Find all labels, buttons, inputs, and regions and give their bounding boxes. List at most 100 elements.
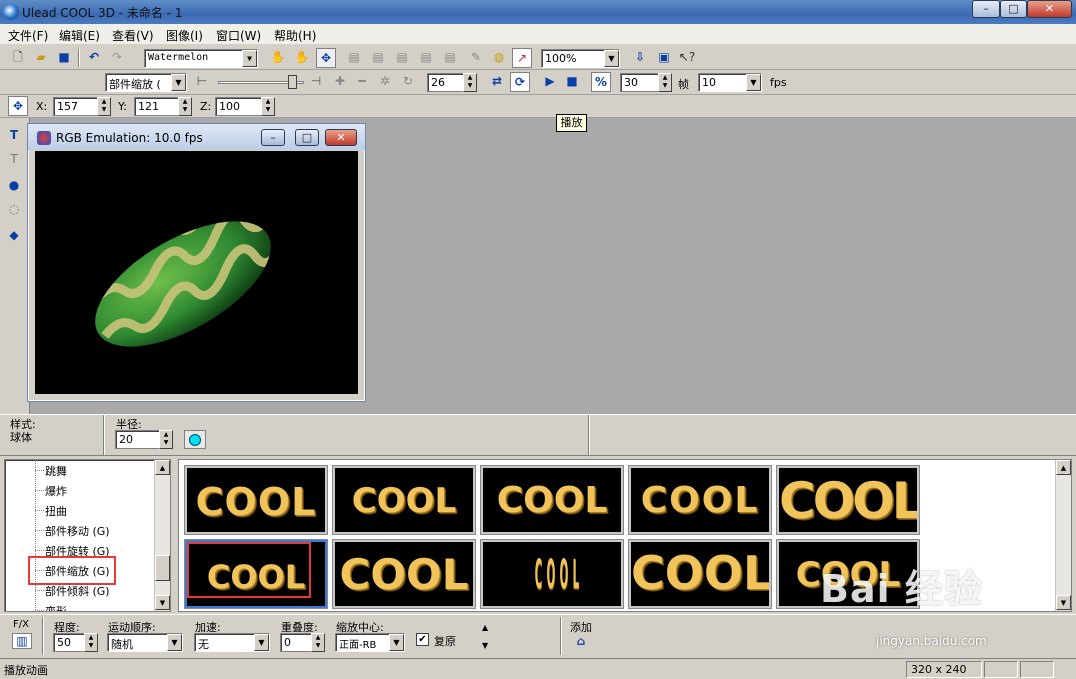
thumbnail-7[interactable]: COOL — [333, 540, 475, 608]
undo-icon[interactable]: ↶ — [84, 48, 104, 68]
chart-icon[interactable]: ↗ — [512, 48, 532, 68]
fps-select[interactable]: 10 ▼ — [698, 73, 762, 92]
maximize-button[interactable]: □ — [1000, 0, 1027, 18]
scroll-up-icon[interactable]: ▲ — [1056, 460, 1071, 475]
scroll-down-icon[interactable]: ▼ — [155, 595, 170, 610]
z-value[interactable]: 100 — [215, 97, 262, 116]
spin-arrows-icon[interactable]: ▲ ▼ — [97, 97, 111, 116]
color-button[interactable] — [184, 430, 206, 449]
layout-icon-1[interactable]: ▤ — [344, 48, 364, 68]
layout-icon-5[interactable]: ▤ — [440, 48, 460, 68]
degree-stepper[interactable]: 50 ▲ ▼ — [53, 633, 98, 652]
tree-item-twist[interactable]: 扭曲 — [45, 503, 67, 519]
zoom-select[interactable]: 100% ▼ — [541, 49, 620, 68]
stop-icon[interactable]: ■ — [562, 72, 582, 92]
select-icon[interactable]: ◌ — [4, 200, 24, 220]
accel-select[interactable]: 无 ▼ — [194, 633, 270, 652]
cube-icon[interactable]: ◆ — [4, 226, 24, 246]
frame-stepper[interactable]: 26 ▲ ▼ — [427, 73, 477, 92]
tree-item-dance[interactable]: 跳舞 — [45, 463, 67, 479]
tree-item-morph[interactable]: 变形 — [45, 603, 67, 611]
scroll-up-icon[interactable]: ▲ — [155, 460, 170, 475]
overlap-value[interactable]: 0 — [280, 633, 312, 652]
scroll-down-icon[interactable]: ▼ — [482, 641, 488, 650]
remove-key-icon[interactable]: ━ — [352, 72, 372, 92]
spin-arrows-icon[interactable]: ▲ ▼ — [658, 73, 672, 92]
thumbnail-1[interactable]: COOL — [185, 466, 327, 534]
menu-view[interactable]: 查看(V) — [112, 27, 154, 44]
y-stepper[interactable]: 121 ▲ ▼ — [134, 97, 192, 116]
x-stepper[interactable]: 157 ▲ ▼ — [53, 97, 111, 116]
layout-icon-2[interactable]: ▤ — [368, 48, 388, 68]
order-select[interactable]: 随机 ▼ — [107, 633, 183, 652]
text-tool-icon[interactable]: T — [4, 126, 24, 146]
gallery-scrollbar[interactable]: ▲ ▼ — [1055, 460, 1071, 611]
key-icon[interactable]: ✲ — [375, 72, 395, 92]
menu-help[interactable]: 帮助(H) — [274, 27, 316, 44]
preview-maximize-button[interactable]: □ — [295, 129, 319, 146]
menu-image[interactable]: 图像(I) — [166, 27, 203, 44]
frame-value[interactable]: 26 — [427, 73, 464, 92]
pingpong-icon[interactable]: ⟳ — [510, 72, 530, 92]
wand-icon[interactable]: ✎ — [466, 48, 486, 68]
timeline-slider[interactable] — [218, 74, 304, 90]
radius-stepper[interactable]: 20 ▲ ▼ — [115, 430, 173, 449]
thumbnail-2[interactable]: COOL — [333, 466, 475, 534]
spin-arrows-icon[interactable]: ▲ ▼ — [84, 633, 98, 652]
texture-select[interactable]: Watermelon ▼ — [144, 49, 258, 68]
overlap-stepper[interactable]: 0 ▲ ▼ — [280, 633, 325, 652]
slider-thumb[interactable] — [288, 75, 297, 89]
help-pointer-icon[interactable]: ↖? — [677, 48, 697, 68]
menu-edit[interactable]: 编辑(E) — [59, 27, 100, 44]
x-value[interactable]: 157 — [53, 97, 98, 116]
redo-icon[interactable]: ↷ — [107, 48, 127, 68]
thumbnail-4[interactable]: COOL — [629, 466, 771, 534]
new-icon[interactable]: 🗋 — [8, 48, 28, 68]
first-frame-icon[interactable]: ⊢ — [192, 72, 212, 92]
spin-arrows-icon[interactable]: ▲ ▼ — [178, 97, 192, 116]
open-icon[interactable]: ▰ — [31, 48, 51, 68]
rotate-hand-icon[interactable]: ✋ — [292, 48, 312, 68]
move-object-icon[interactable]: ✥ — [316, 48, 336, 68]
spin-arrows-icon[interactable]: ▲ ▼ — [261, 97, 275, 116]
export-icon[interactable]: ⇩ — [630, 48, 650, 68]
thumbnail-8[interactable]: COOL — [481, 540, 623, 608]
layout-icon-3[interactable]: ▤ — [392, 48, 412, 68]
thumbnail-9[interactable]: COOL — [629, 540, 771, 608]
center-select[interactable]: 正面-RB ▼ — [335, 633, 405, 652]
save-icon[interactable]: ■ — [54, 48, 74, 68]
restore-checkbox[interactable]: ✔ — [416, 633, 429, 646]
tree-item-explode[interactable]: 爆炸 — [45, 483, 67, 499]
menu-window[interactable]: 窗口(W) — [216, 27, 261, 44]
close-button[interactable]: ✕ — [1027, 0, 1072, 18]
total-frames-value[interactable]: 30 — [620, 73, 659, 92]
last-frame-icon[interactable]: ⊣ — [306, 72, 326, 92]
z-stepper[interactable]: 100 ▲ ▼ — [215, 97, 275, 116]
minimize-button[interactable]: – — [972, 0, 1000, 18]
thumbnail-3[interactable]: COOL — [481, 466, 623, 534]
add-key-icon[interactable]: ✚ — [330, 72, 350, 92]
spin-arrows-icon[interactable]: ▲ ▼ — [463, 73, 477, 92]
add-icon[interactable]: ⌂ — [571, 633, 591, 650]
fx-icon[interactable]: ▥ — [12, 633, 32, 649]
spin-arrows-icon[interactable]: ▲ ▼ — [159, 430, 173, 449]
move-icon[interactable]: ✥ — [8, 96, 28, 116]
thumbnail-5[interactable]: COOL — [777, 466, 919, 534]
edit-text-icon[interactable]: T — [4, 150, 24, 170]
menu-file[interactable]: 文件(F) — [8, 27, 48, 44]
objects-icon[interactable]: ● — [4, 176, 24, 196]
globe-icon[interactable]: ◍ — [489, 48, 509, 68]
total-frames-stepper[interactable]: 30 ▲ ▼ — [620, 73, 672, 92]
spin-arrows-icon[interactable]: ▲ ▼ — [311, 633, 325, 652]
y-value[interactable]: 121 — [134, 97, 179, 116]
scroll-thumb[interactable] — [155, 555, 170, 581]
tree-item-part-tilt[interactable]: 部件倾斜 (G) — [45, 583, 110, 599]
radius-value[interactable]: 20 — [115, 430, 160, 449]
web-icon[interactable]: ▣ — [654, 48, 674, 68]
tree-scrollbar[interactable]: ▲ ▼ — [154, 460, 170, 611]
scroll-up-icon[interactable]: ▲ — [482, 623, 488, 632]
scroll-down-icon[interactable]: ▼ — [1056, 595, 1071, 610]
reverse-icon[interactable]: ↻ — [398, 72, 418, 92]
frame-rate-icon[interactable]: % — [591, 72, 611, 92]
effect-select[interactable]: 部件缩放 (▼ — [105, 73, 187, 92]
